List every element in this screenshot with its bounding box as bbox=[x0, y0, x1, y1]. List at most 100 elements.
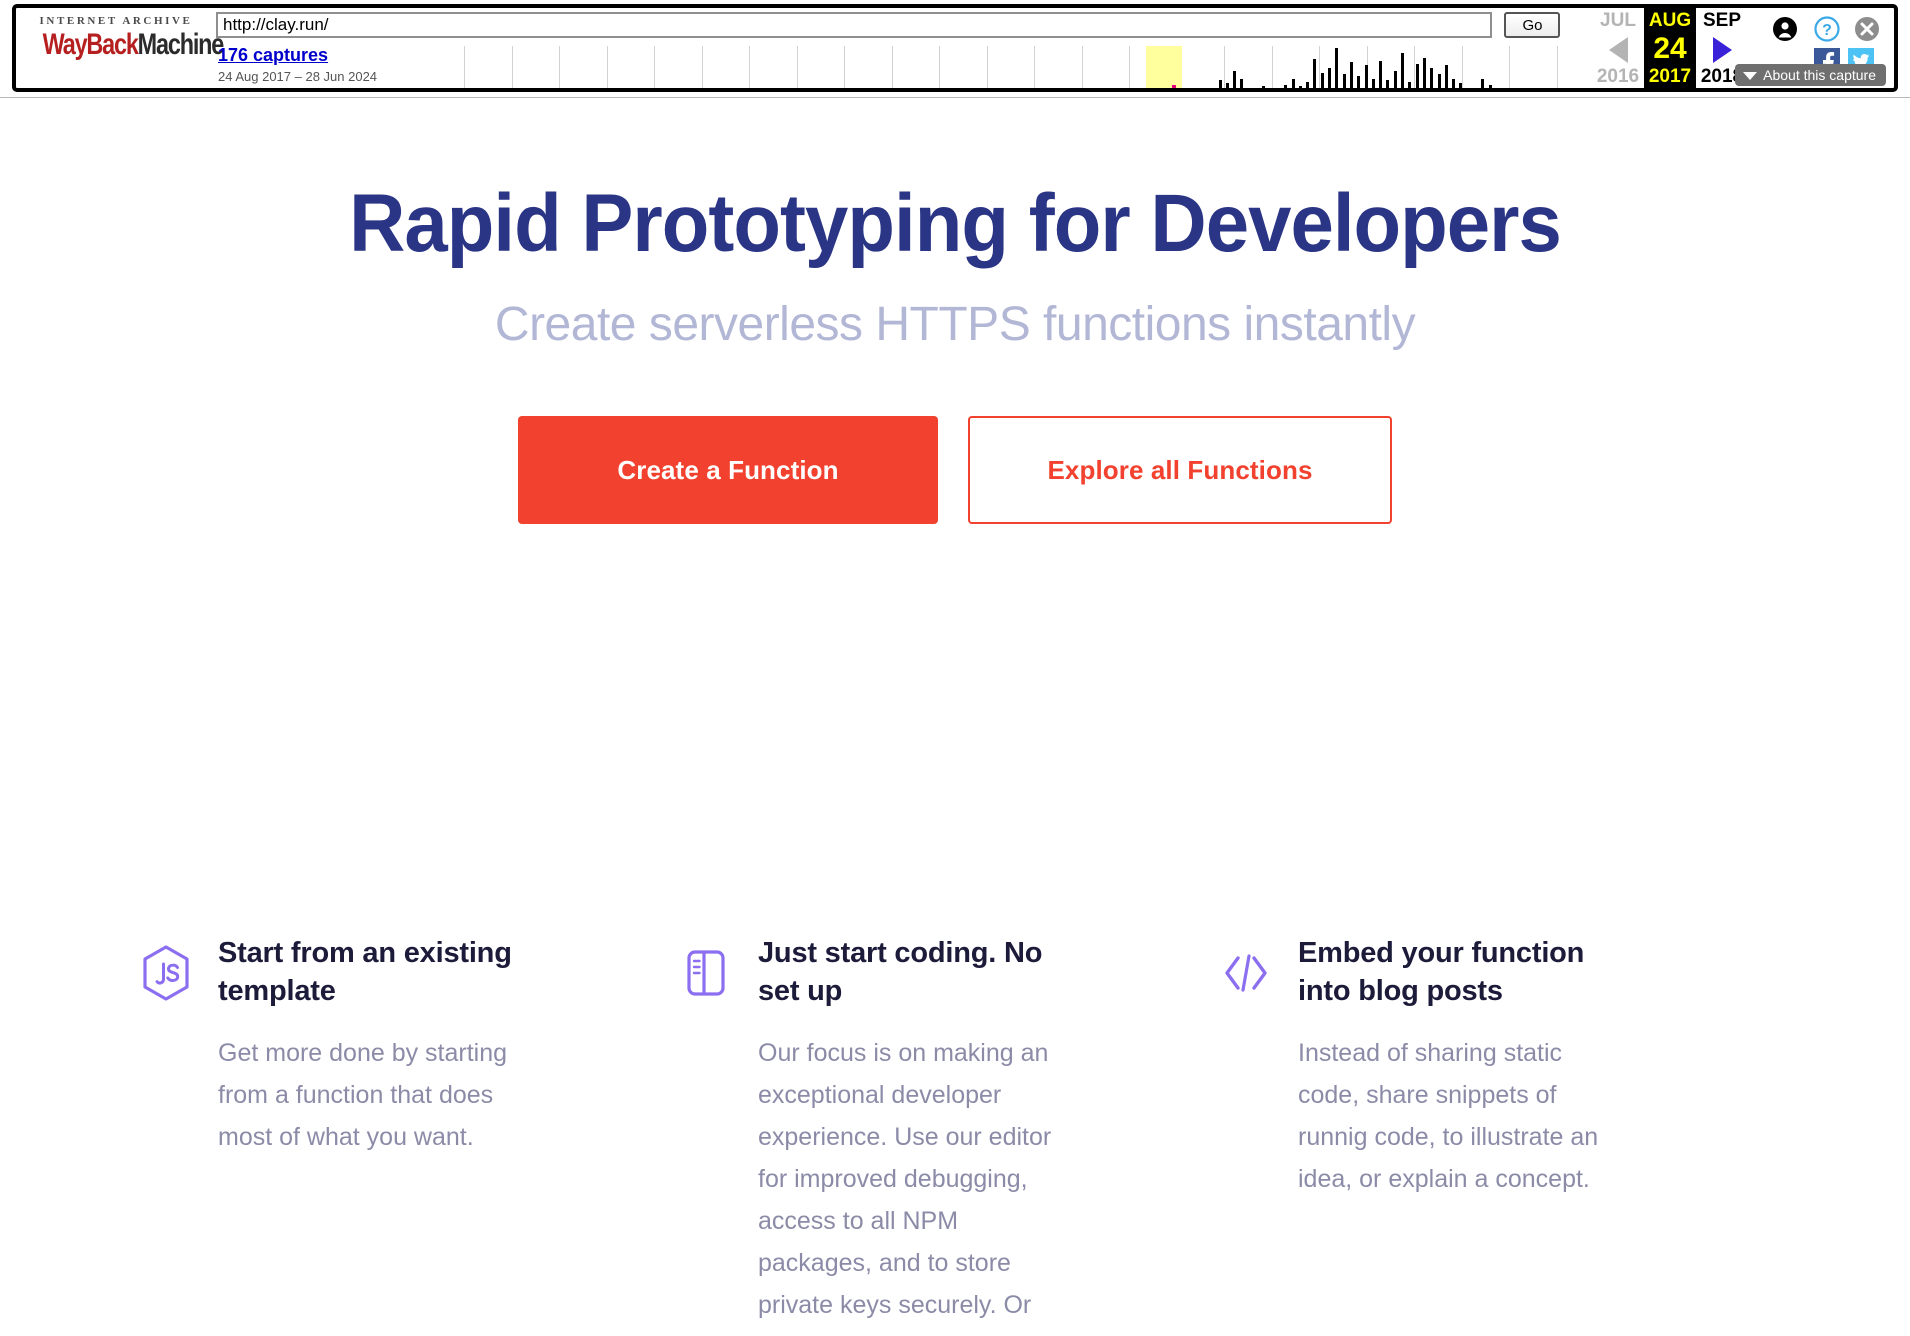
timeline-capture-bar[interactable] bbox=[1444, 65, 1448, 88]
timeline-capture-bar[interactable] bbox=[1459, 83, 1463, 88]
about-this-capture-button[interactable]: About this capture bbox=[1735, 64, 1886, 86]
previous-month-column[interactable]: JUL 2016 bbox=[1594, 8, 1642, 88]
timeline-tick bbox=[1556, 46, 1558, 88]
timeline-capture-bar[interactable] bbox=[1408, 81, 1412, 88]
timeline-capture-bar[interactable] bbox=[1488, 84, 1492, 88]
captures-info: 176 captures 24 Aug 2017 – 28 Jun 2024 bbox=[218, 44, 438, 86]
timeline-capture-bar[interactable] bbox=[1225, 83, 1229, 88]
feature-columns: Start from an existing template Get more… bbox=[0, 934, 1910, 1336]
wayback-machine-wordmark: WayBackMachine bbox=[43, 28, 225, 62]
timeline-capture-bar[interactable] bbox=[1357, 75, 1361, 88]
timeline-capture-bar[interactable] bbox=[1298, 86, 1302, 88]
feature-item: Embed your function into blog posts Inst… bbox=[1220, 934, 1780, 1336]
timeline-capture-bar[interactable] bbox=[1262, 86, 1266, 88]
timeline-capture-bar[interactable] bbox=[1291, 78, 1295, 88]
user-account-icon[interactable] bbox=[1772, 16, 1798, 42]
timeline-capture-bar[interactable] bbox=[1466, 87, 1470, 88]
url-input[interactable] bbox=[216, 12, 1492, 38]
timeline-capture-bar[interactable] bbox=[1349, 62, 1353, 88]
previous-snapshot-arrow-icon[interactable] bbox=[1608, 37, 1628, 63]
prev-arrow-wrap bbox=[1594, 32, 1642, 66]
timeline-tick bbox=[606, 46, 608, 88]
archived-page-content: Rapid Prototyping for Developers Create … bbox=[0, 98, 1910, 1336]
timeline-capture-bar[interactable] bbox=[1335, 48, 1339, 88]
timeline-capture-bar[interactable] bbox=[1481, 78, 1485, 88]
timeline-capture-bar[interactable] bbox=[1306, 81, 1310, 88]
feature-heading: Just start coding. No set up bbox=[758, 937, 1043, 1007]
date-navigator: JUL 2016 AUG 24 2017 SEP 2018 bbox=[1594, 8, 1752, 88]
timeline-capture-bar[interactable] bbox=[1276, 87, 1280, 88]
current-snapshot-column: AUG 24 2017 bbox=[1644, 8, 1696, 88]
wayback-machine-toolbar: INTERNET ARCHIVE WayBackMachine Go 176 c… bbox=[0, 0, 1910, 98]
timeline-capture-bar[interactable] bbox=[1328, 68, 1331, 88]
close-x-icon[interactable] bbox=[1854, 16, 1880, 42]
current-month-label: AUG bbox=[1648, 10, 1692, 31]
timeline-tick bbox=[1034, 46, 1035, 88]
javascript-hexagon-icon bbox=[140, 934, 192, 1336]
timeline-capture-bar[interactable] bbox=[1182, 87, 1185, 88]
timeline-capture-bar[interactable] bbox=[1218, 80, 1222, 88]
feature-item: Just start coding. No set up Our focus i… bbox=[680, 934, 1220, 1336]
timeline-capture-bar[interactable] bbox=[1415, 63, 1419, 88]
timeline-tick bbox=[1509, 46, 1510, 88]
next-month-label: SEP bbox=[1702, 10, 1742, 31]
feature-body: Just start coding. No set up Our focus i… bbox=[758, 934, 1078, 1336]
feature-description: Instead of sharing static code, share sn… bbox=[1298, 1039, 1599, 1193]
timeline-tick bbox=[464, 46, 465, 88]
timeline-selected-month-highlight bbox=[1146, 46, 1182, 88]
timeline-tick bbox=[654, 46, 655, 88]
timeline-tick bbox=[749, 46, 750, 88]
timeline-tick bbox=[1081, 46, 1083, 88]
timeline-tick bbox=[559, 46, 560, 88]
feature-item: Start from an existing template Get more… bbox=[140, 934, 680, 1336]
go-button[interactable]: Go bbox=[1504, 12, 1561, 38]
next-arrow-wrap bbox=[1698, 32, 1746, 66]
timeline-capture-bar[interactable] bbox=[1437, 74, 1441, 88]
timeline-capture-bar[interactable] bbox=[1393, 71, 1397, 88]
timeline-tick bbox=[986, 46, 988, 88]
timeline-capture-bar[interactable] bbox=[1430, 68, 1434, 88]
captures-count-link[interactable]: 176 captures bbox=[218, 44, 438, 66]
timeline-tick bbox=[1129, 46, 1130, 88]
logo-machine-text: Machine bbox=[137, 28, 225, 61]
timeline-capture-bar[interactable] bbox=[1474, 89, 1477, 92]
explore-all-functions-button[interactable]: Explore all Functions bbox=[968, 416, 1392, 524]
current-day-label: 24 bbox=[1653, 32, 1687, 65]
feature-description: Our focus is on making an exceptional de… bbox=[758, 1039, 1052, 1336]
timeline-capture-bar[interactable] bbox=[1371, 78, 1375, 88]
feature-heading: Start from an existing template bbox=[218, 937, 512, 1007]
timeline-capture-bar[interactable] bbox=[1284, 84, 1288, 88]
timeline-capture-bar[interactable] bbox=[1422, 57, 1426, 88]
timeline-tick bbox=[511, 46, 513, 88]
feature-body: Embed your function into blog posts Inst… bbox=[1298, 934, 1608, 1336]
timeline-capture-bar[interactable] bbox=[1269, 87, 1273, 88]
feature-heading: Embed your function into blog posts bbox=[1298, 937, 1585, 1007]
capture-timeline[interactable] bbox=[446, 44, 1586, 92]
timeline-capture-bar[interactable] bbox=[1452, 78, 1456, 88]
timeline-capture-bar[interactable] bbox=[1379, 60, 1383, 88]
timeline-capture-bar[interactable] bbox=[1342, 74, 1346, 88]
timeline-tick bbox=[844, 46, 845, 88]
current-year-label: 2017 bbox=[1648, 66, 1692, 87]
timeline-capture-bar[interactable] bbox=[1364, 65, 1368, 88]
timeline-capture-bar[interactable] bbox=[1510, 87, 1514, 88]
timeline-capture-bar[interactable] bbox=[1313, 59, 1317, 88]
wayback-machine-logo[interactable]: INTERNET ARCHIVE WayBackMachine bbox=[22, 10, 225, 86]
page-title: Rapid Prototyping for Developers bbox=[349, 178, 1562, 269]
chevron-down-icon bbox=[1743, 72, 1758, 81]
next-snapshot-arrow-icon[interactable] bbox=[1712, 37, 1732, 63]
wayback-toolbar-inner: INTERNET ARCHIVE WayBackMachine Go 176 c… bbox=[12, 4, 1898, 92]
timeline-capture-bar[interactable] bbox=[1240, 78, 1244, 88]
timeline-capture-bar[interactable] bbox=[1233, 71, 1237, 88]
internet-archive-label: INTERNET ARCHIVE bbox=[39, 15, 193, 27]
code-brackets-icon bbox=[1220, 934, 1272, 1336]
editor-panel-icon bbox=[680, 934, 732, 1336]
create-a-function-button[interactable]: Create a Function bbox=[518, 416, 938, 524]
feature-description: Get more done by starting from a functio… bbox=[218, 1039, 508, 1151]
timeline-capture-bar[interactable] bbox=[1320, 72, 1324, 88]
timeline-tick bbox=[701, 46, 703, 88]
help-question-icon[interactable]: ? bbox=[1814, 16, 1840, 42]
timeline-tick bbox=[1271, 46, 1273, 88]
timeline-capture-bar[interactable] bbox=[1386, 80, 1390, 88]
timeline-capture-bar[interactable] bbox=[1401, 53, 1404, 88]
